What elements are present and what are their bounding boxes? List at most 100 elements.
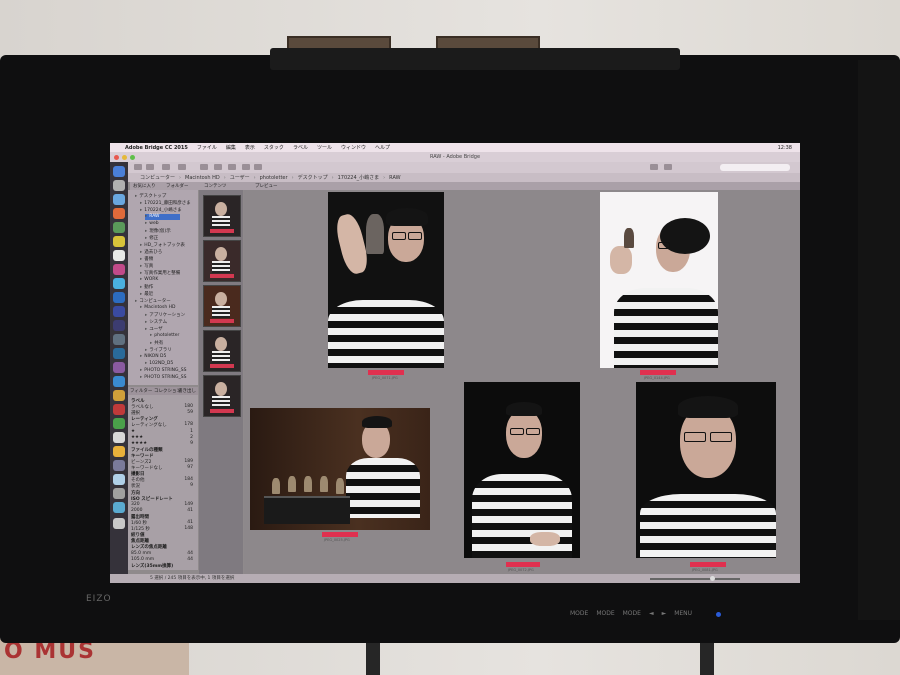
preview-photo[interactable] — [636, 382, 776, 558]
disclosure-triangle-icon[interactable]: ▸ — [140, 271, 142, 276]
view-grid-icon[interactable] — [650, 164, 658, 170]
folder-tree-item[interactable]: ▸ システム — [145, 319, 167, 325]
breadcrumb-item[interactable]: コンピューター — [140, 174, 175, 181]
launchpad-icon[interactable] — [113, 180, 125, 191]
monitor-button[interactable]: ◄ — [649, 610, 654, 617]
notes-icon[interactable] — [113, 236, 125, 247]
app-icon[interactable] — [113, 362, 125, 373]
folder-tree-item[interactable]: ▸ 共有 — [150, 340, 163, 346]
lightroom-icon[interactable] — [113, 306, 125, 317]
disclosure-triangle-icon[interactable]: ▸ — [135, 194, 137, 199]
trash-icon[interactable] — [113, 518, 125, 529]
menu-item[interactable]: ウィンドウ — [341, 144, 366, 151]
app-icon[interactable] — [113, 334, 125, 345]
folder-tree-item[interactable]: ▸ 170224_小嶋さま — [140, 207, 182, 213]
folder-tree-item[interactable]: ▸ デスクトップ — [135, 193, 166, 199]
menu-item[interactable]: 編集 — [226, 144, 236, 151]
boomerang-icon[interactable] — [178, 164, 186, 170]
folder-tree-item[interactable]: ▸ Macintosh HD — [140, 305, 175, 311]
app-icon[interactable] — [113, 474, 125, 485]
breadcrumb-item[interactable]: RAW — [389, 175, 400, 181]
folder-tree-item[interactable]: ▸ 書類 — [140, 256, 153, 262]
folder-tree-item[interactable]: ▸ ライブラリ — [145, 347, 172, 353]
filter-category[interactable]: 絞り値 — [131, 532, 193, 538]
filter-category[interactable]: 焦点距離 — [131, 538, 193, 544]
app-icon[interactable] — [113, 404, 125, 415]
folder-tree-item[interactable]: ▸ PHOTO STRING_SS — [140, 375, 187, 381]
folder-tree-item[interactable]: ▸ 写真 — [140, 263, 153, 269]
app-icon[interactable] — [113, 502, 125, 513]
tab-collections[interactable]: コレクション — [154, 388, 181, 394]
disclosure-triangle-icon[interactable]: ▸ — [145, 327, 147, 332]
preview-photo[interactable] — [600, 192, 718, 368]
safari-icon[interactable] — [113, 194, 125, 205]
filter-option[interactable]: 105.0 mm 44 — [131, 557, 193, 563]
filter-category[interactable]: 方向 — [131, 490, 193, 496]
minimize-icon[interactable] — [122, 155, 127, 160]
preview-photo[interactable] — [328, 192, 444, 368]
filter-option[interactable]: 状況 9 — [131, 483, 193, 489]
folder-tree-item[interactable]: ▸ HD_フォトブック表 — [140, 242, 185, 248]
disclosure-triangle-icon[interactable]: ▸ — [140, 292, 142, 297]
search-input[interactable] — [720, 164, 790, 171]
back-icon[interactable] — [134, 164, 142, 170]
rotate-left-icon[interactable] — [242, 164, 250, 170]
breadcrumb-item[interactable]: デスクトップ — [298, 174, 328, 181]
disclosure-triangle-icon[interactable]: ▸ — [140, 250, 142, 255]
disclosure-triangle-icon[interactable]: ▸ — [145, 348, 147, 353]
filter-option[interactable]: キーワードなし 97 — [131, 465, 193, 471]
folder-tree-item[interactable]: ▸ 最近 — [140, 291, 153, 297]
tab-filter[interactable]: フィルター — [130, 388, 152, 394]
bridge-icon[interactable] — [113, 320, 125, 331]
folder-tree-item[interactable]: ▸ 過去ひろ — [140, 249, 162, 255]
filter-option[interactable]: ビーンズ2 189 — [131, 459, 193, 465]
disclosure-triangle-icon[interactable]: ▸ — [150, 333, 152, 338]
menubar-app-name[interactable]: Adobe Bridge CC 2015 — [125, 145, 188, 151]
tab-folders[interactable]: フォルダー — [166, 183, 189, 189]
disclosure-triangle-icon[interactable]: ▸ — [140, 264, 142, 269]
menu-item[interactable]: 表示 — [245, 144, 255, 151]
refine-icon[interactable] — [214, 164, 222, 170]
menu-item[interactable]: ファイル — [197, 144, 217, 151]
breadcrumb-item[interactable]: Macintosh HD — [185, 175, 220, 181]
disclosure-triangle-icon[interactable]: ▸ — [140, 285, 142, 290]
folder-tree-item[interactable]: ▸ WORK — [140, 277, 158, 283]
disclosure-triangle-icon[interactable]: ▸ — [140, 375, 142, 380]
app-icon[interactable] — [113, 418, 125, 429]
filter-option[interactable]: レーティングなし 178 — [131, 422, 193, 428]
tab-favorites[interactable]: お気に入り — [133, 183, 156, 189]
filter-category[interactable]: レンズ(35mm換算) — [131, 563, 193, 569]
forward-icon[interactable] — [146, 164, 154, 170]
menu-item[interactable]: ツール — [317, 144, 332, 151]
filter-category[interactable]: キーワード — [131, 453, 193, 459]
recent-icon[interactable] — [162, 164, 170, 170]
thumbnail[interactable] — [203, 195, 241, 237]
finder-icon[interactable] — [113, 166, 125, 177]
disclosure-triangle-icon[interactable]: ▸ — [145, 214, 147, 219]
photoshop-icon[interactable] — [113, 292, 125, 303]
thumbnail[interactable] — [203, 240, 241, 282]
app-icon[interactable] — [113, 390, 125, 401]
filter-option[interactable]: ★★★ 2 — [131, 435, 193, 441]
filter-option[interactable]: 1/125 秒 148 — [131, 526, 193, 532]
disclosure-triangle-icon[interactable]: ▸ — [150, 341, 152, 346]
breadcrumb-item[interactable]: photoletter — [260, 175, 288, 181]
filter-option[interactable]: ★ 1 — [131, 429, 193, 435]
open-icon[interactable] — [228, 164, 236, 170]
app-icon[interactable] — [113, 460, 125, 471]
breadcrumb-item[interactable]: ユーザー — [230, 174, 250, 181]
disclosure-triangle-icon[interactable]: ▸ — [145, 313, 147, 318]
filter-category[interactable]: 露出時間 — [131, 514, 193, 520]
disclosure-triangle-icon[interactable]: ▸ — [140, 277, 142, 282]
close-icon[interactable] — [114, 155, 119, 160]
preview-photo[interactable] — [250, 408, 430, 530]
tab-content[interactable]: コンテンツ — [204, 183, 227, 189]
filter-option[interactable]: ラベルなし 180 — [131, 404, 193, 410]
folder-tree-item[interactable]: ▸ 現像(仮)示 — [145, 228, 171, 234]
filter-option[interactable]: 320 149 — [131, 502, 193, 508]
folder-tree-item[interactable]: ▸ 修正 — [145, 235, 158, 241]
mail-icon[interactable] — [113, 208, 125, 219]
folder-tree-item[interactable]: ▸ 102ND_D5 — [145, 361, 173, 367]
folder-tree-item[interactable]: ▸ 写真作業用と整備 — [140, 270, 180, 276]
app-icon[interactable] — [113, 488, 125, 499]
